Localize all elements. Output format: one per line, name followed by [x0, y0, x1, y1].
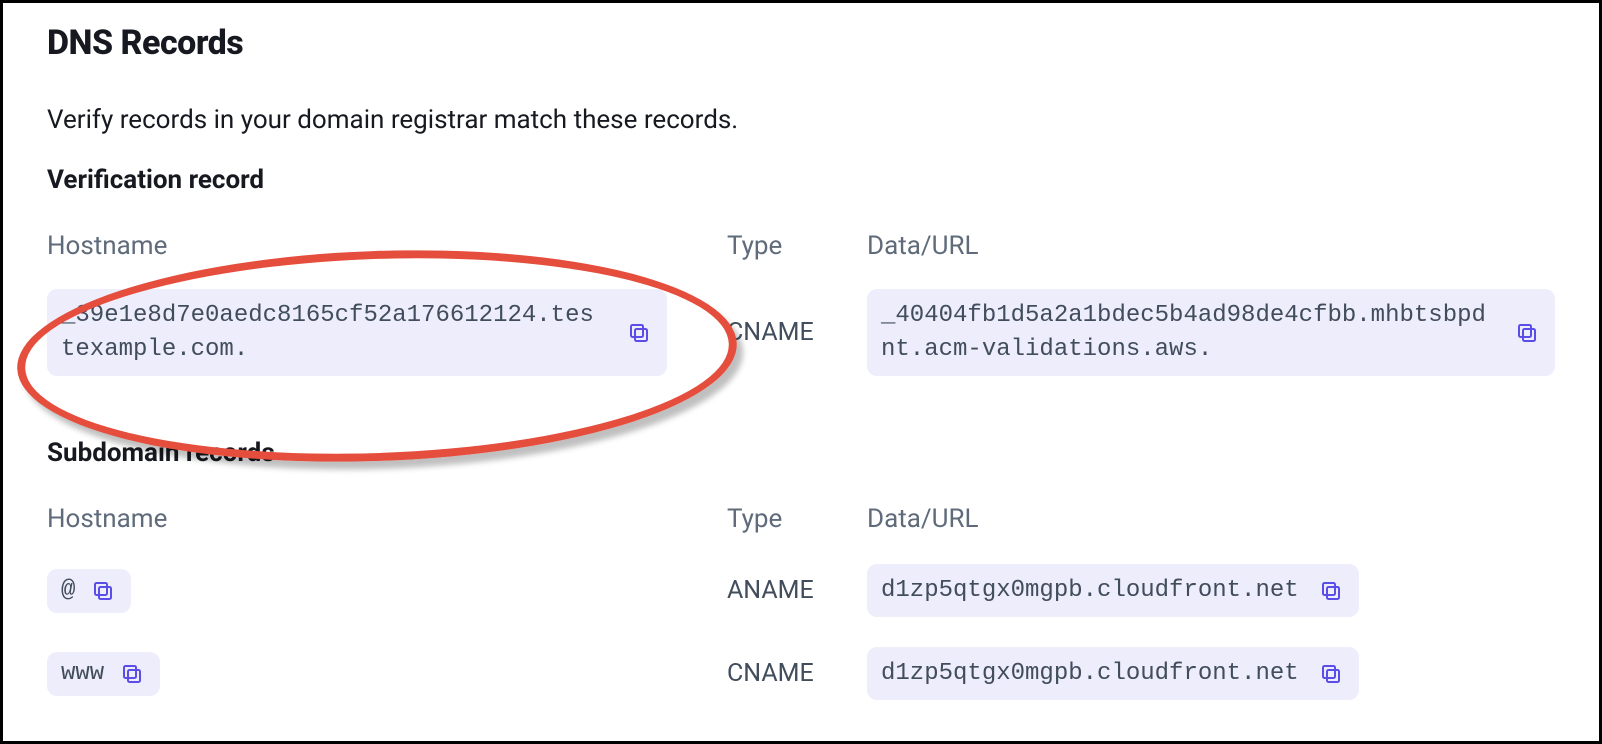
- verification-type-value: CNAME: [727, 304, 867, 361]
- column-type-label: Type: [727, 504, 867, 534]
- subdomain-data-pill: d1zp5qtgx0mgpb.cloudfront.net: [867, 647, 1359, 701]
- subdomain-data-value: d1zp5qtgx0mgpb.cloudfront.net: [881, 574, 1299, 608]
- copy-icon: [627, 321, 651, 345]
- subdomain-heading: Subdomain records: [47, 438, 1555, 468]
- subdomain-data-pill: d1zp5qtgx0mgpb.cloudfront.net: [867, 564, 1359, 618]
- verification-hostname-pill: _39e1e8d7e0aedc8165cf52a176612124.testex…: [47, 289, 667, 376]
- column-type-label: Type: [727, 231, 867, 261]
- copy-subdomain-hostname-button[interactable]: [89, 577, 117, 605]
- copy-subdomain-hostname-button[interactable]: [118, 660, 146, 688]
- verification-columns-row: Hostname Type Data/URL: [47, 231, 1555, 289]
- verification-record-row: _39e1e8d7e0aedc8165cf52a176612124.testex…: [47, 289, 1555, 376]
- column-hostname-label: Hostname: [47, 504, 727, 534]
- verification-data-value: _40404fb1d5a2a1bdec5b4ad98de4cfbb.mhbtsb…: [881, 299, 1495, 366]
- page-title: DNS Records: [47, 23, 1555, 63]
- copy-subdomain-data-button[interactable]: [1317, 660, 1345, 688]
- subdomain-type-value: ANAME: [727, 562, 867, 619]
- column-hostname-label: Hostname: [47, 231, 727, 261]
- dns-records-panel: DNS Records Verify records in your domai…: [0, 0, 1602, 744]
- column-data-label: Data/URL: [867, 231, 1555, 261]
- subdomain-hostname-pill: www: [47, 652, 160, 696]
- subdomain-hostname-value: www: [61, 660, 104, 687]
- subdomain-hostname-pill: @: [47, 569, 131, 613]
- subdomain-record-row: @ ANAME d1zp5qtgx0mgpb.cloudfront.net: [47, 562, 1555, 619]
- copy-icon: [1319, 579, 1343, 603]
- verification-hostname-value: _39e1e8d7e0aedc8165cf52a176612124.testex…: [61, 299, 607, 366]
- subdomain-hostname-value: @: [61, 577, 75, 604]
- copy-icon: [91, 579, 115, 603]
- subdomain-record-row: www CNAME d1zp5qtgx0mgpb.cloudfront.net: [47, 645, 1555, 702]
- copy-subdomain-data-button[interactable]: [1317, 577, 1345, 605]
- copy-icon: [1515, 321, 1539, 345]
- copy-icon: [120, 662, 144, 686]
- copy-verification-data-button[interactable]: [1513, 319, 1541, 347]
- copy-icon: [1319, 662, 1343, 686]
- subdomain-columns-row: Hostname Type Data/URL: [47, 504, 1555, 562]
- column-data-label: Data/URL: [867, 504, 1555, 534]
- copy-verification-hostname-button[interactable]: [625, 319, 653, 347]
- page-description: Verify records in your domain registrar …: [47, 105, 1555, 135]
- subdomain-data-value: d1zp5qtgx0mgpb.cloudfront.net: [881, 657, 1299, 691]
- verification-data-pill: _40404fb1d5a2a1bdec5b4ad98de4cfbb.mhbtsb…: [867, 289, 1555, 376]
- subdomain-type-value: CNAME: [727, 645, 867, 702]
- verification-heading: Verification record: [47, 165, 1555, 195]
